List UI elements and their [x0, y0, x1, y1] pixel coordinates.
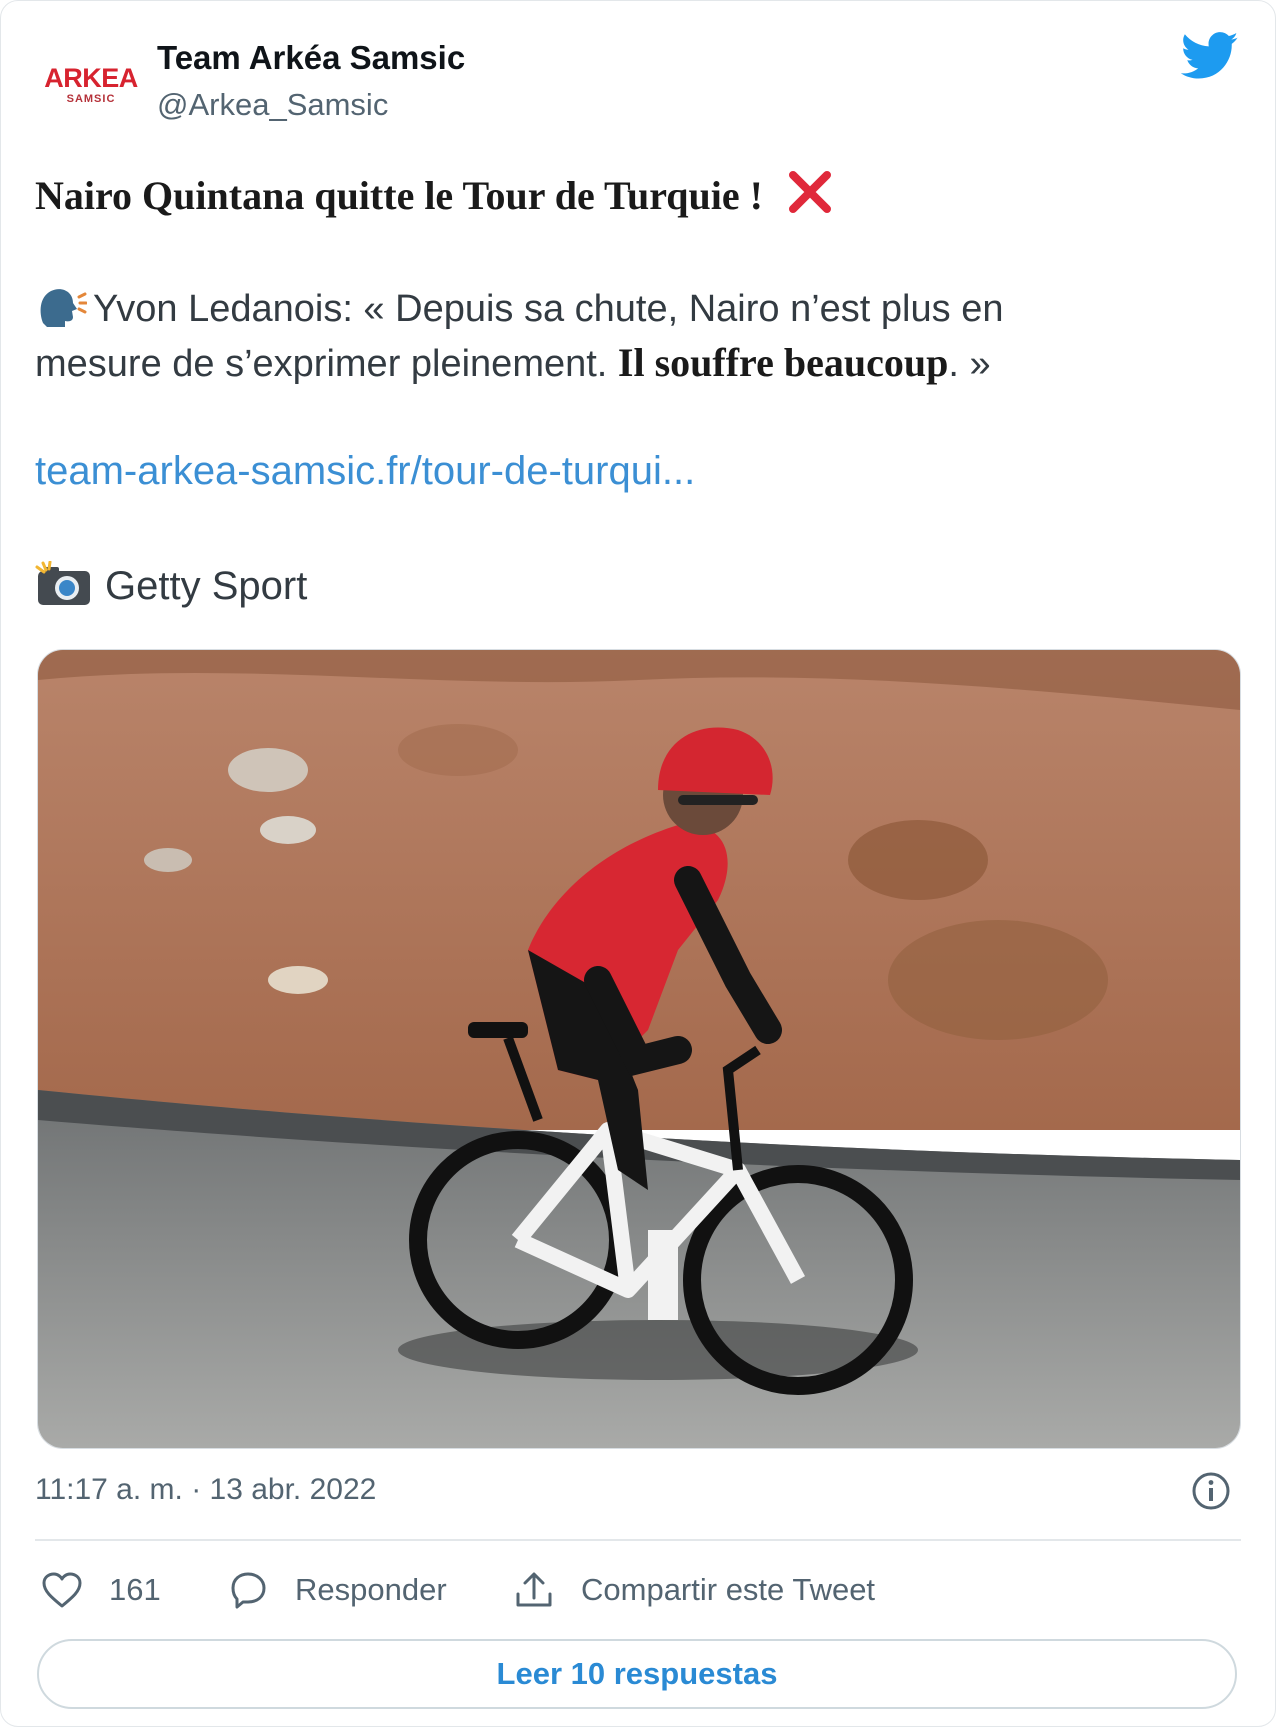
- quote-line-1-text: Yvon Ledanois: « Depuis sa chute, Nairo …: [93, 288, 1004, 330]
- photo-credit: Getty Sport: [35, 561, 307, 609]
- share-label: Compartir este Tweet: [581, 1572, 876, 1607]
- reply-button[interactable]: Responder: [227, 1569, 447, 1611]
- info-icon[interactable]: [1191, 1471, 1231, 1511]
- account-name[interactable]: Team Arkéa Samsic: [157, 39, 465, 77]
- tweet-title: Nairo Quintana quitte le Tour de Turquie…: [35, 169, 833, 219]
- quote-line-2-bold: Il souffre beaucoup: [617, 340, 949, 385]
- article-link[interactable]: team-arkea-samsic.fr/tour-de-turqui...: [35, 449, 695, 494]
- like-button[interactable]: 161: [41, 1569, 161, 1611]
- quote-line-2-end: . »: [948, 343, 991, 385]
- read-replies-button[interactable]: Leer 10 respuestas: [37, 1639, 1237, 1709]
- camera-flash-icon: [35, 561, 90, 605]
- like-count: 161: [109, 1572, 161, 1607]
- heart-icon: [42, 1572, 82, 1608]
- speaking-head-icon: [40, 289, 87, 327]
- photo-credit-text: Getty Sport: [105, 564, 308, 608]
- tweet-timestamp[interactable]: 11:17 a. m. · 13 abr. 2022: [35, 1473, 376, 1507]
- tweet-quote-line-1: Yvon Ledanois: « Depuis sa chute, Nairo …: [35, 283, 1003, 331]
- divider: [35, 1539, 1241, 1541]
- speech-bubble-icon: [231, 1572, 266, 1609]
- tweet-card: ARKEA SAMSIC Team Arkéa Samsic @Arkea_Sa…: [0, 0, 1276, 1727]
- tweet-quote-line-2: mesure de s’exprimer pleinement. Il souf…: [35, 339, 991, 386]
- avatar-logo-top: ARKEA: [44, 63, 138, 93]
- quote-line-2-regular: mesure de s’exprimer pleinement.: [35, 343, 608, 385]
- share-upload-icon: [516, 1572, 552, 1607]
- red-x-mark-icon: [789, 171, 831, 213]
- cyclist-photo-illustration: [38, 650, 1240, 1448]
- twitter-bird-icon[interactable]: [1181, 31, 1239, 81]
- avatar-logo-bottom: SAMSIC: [66, 93, 116, 105]
- share-button[interactable]: Compartir este Tweet: [513, 1569, 875, 1611]
- tweet-photo[interactable]: [37, 649, 1241, 1449]
- account-avatar[interactable]: ARKEA SAMSIC: [37, 31, 145, 139]
- tweet-title-text: Nairo Quintana quitte le Tour de Turquie…: [35, 173, 763, 218]
- reply-label: Responder: [295, 1572, 447, 1607]
- account-handle[interactable]: @Arkea_Samsic: [157, 87, 388, 123]
